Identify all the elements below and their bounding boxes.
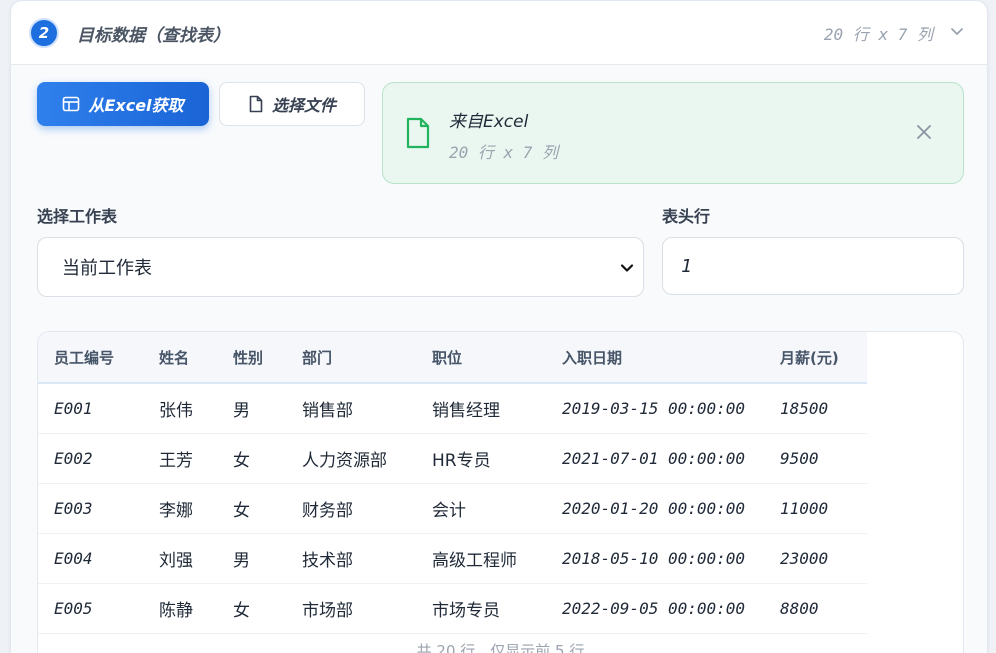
table-cell: 李娜: [159, 500, 193, 521]
table-cell: 销售经理: [432, 400, 500, 421]
table-row: E005 陈静 女 市场部 市场专员 2022-09-05 00:00:00 8…: [38, 583, 867, 633]
table-cell: 11000: [780, 498, 829, 518]
header-row-label: 表头行: [662, 207, 711, 226]
column-header: 月薪(元): [780, 332, 867, 384]
sheet-select-value: 当前工作表: [62, 258, 152, 279]
table-header-row: 员工编号 姓名 性别 部门 职位 入职日期 月薪(元): [38, 332, 867, 384]
table-cell: 市场专员: [432, 600, 500, 621]
table-row: E003 李娜 女 财务部 会计 2020-01-20 00:00:00 110…: [38, 483, 867, 533]
table-cell: HR专员: [432, 450, 491, 471]
table-cell: 陈静: [159, 600, 193, 621]
table-cell: 女: [233, 600, 250, 621]
table-cell: 8800: [780, 598, 819, 618]
table-row: E001 张伟 男 销售部 销售经理 2019-03-15 00:00:00 1…: [38, 383, 867, 433]
table-cell: 女: [233, 450, 250, 471]
table-cell: E001: [54, 398, 93, 418]
table-cell: 市场部: [302, 600, 353, 621]
close-icon[interactable]: [915, 123, 933, 141]
source-dimensions: 20 行 x 7 列: [449, 143, 559, 162]
column-header: 员工编号: [38, 332, 159, 384]
sheet-label: 选择工作表: [37, 207, 118, 226]
table-cell: 2018-05-10 00:00:00: [562, 548, 746, 568]
table-cell: 18500: [780, 398, 829, 418]
table-row: E002 王芳 女 人力资源部 HR专员 2021-07-01 00:00:00…: [38, 433, 867, 483]
table-cell: 2020-01-20 00:00:00: [562, 498, 746, 518]
table-cell: 9500: [780, 448, 819, 468]
data-dimensions: 20 行 x 7 列: [823, 25, 933, 44]
table-cell: 销售部: [302, 400, 353, 421]
table-icon: [63, 96, 80, 112]
table-cell: E002: [54, 448, 93, 468]
table-cell: 技术部: [302, 550, 353, 571]
chevron-down-icon[interactable]: [949, 23, 965, 39]
target-data-card: 2 目标数据（查找表） 20 行 x 7 列 从Excel获取 选择文件 来自E…: [10, 0, 988, 653]
column-header: 性别: [233, 332, 302, 384]
header-row-input[interactable]: 1: [662, 237, 964, 295]
preview-table-container[interactable]: 员工编号 姓名 性别 部门 职位 入职日期 月薪(元) E001 张伟 男 销售…: [37, 331, 964, 653]
table-cell: 2019-03-15 00:00:00: [562, 398, 746, 418]
table-cell: 人力资源部: [302, 450, 387, 471]
table-cell: E005: [54, 598, 93, 618]
table-cell: 刘强: [159, 550, 193, 571]
card-header[interactable]: 2 目标数据（查找表） 20 行 x 7 列: [11, 1, 987, 65]
table-cell: 2022-09-05 00:00:00: [562, 598, 746, 618]
column-header: 入职日期: [562, 332, 780, 384]
table-footer-note: 共 20 行，仅显示前 5 行: [416, 642, 585, 653]
table-cell: 女: [233, 500, 250, 521]
table-cell: 高级工程师: [432, 550, 517, 571]
table-cell: 男: [233, 550, 250, 571]
step-badge: 2: [29, 18, 59, 48]
table-cell: 2021-07-01 00:00:00: [562, 448, 746, 468]
table-cell: E003: [54, 498, 93, 518]
source-name: 来自Excel: [449, 112, 529, 132]
section-title: 目标数据（查找表）: [77, 26, 230, 46]
from-excel-label: 从Excel获取: [88, 96, 184, 115]
table-row: E004 刘强 男 技术部 高级工程师 2018-05-10 00:00:00 …: [38, 533, 867, 583]
table-cell: E004: [54, 548, 93, 568]
sheet-select[interactable]: 当前工作表: [37, 237, 644, 297]
chevron-down-icon: [620, 264, 634, 272]
from-excel-button[interactable]: 从Excel获取: [37, 82, 209, 126]
choose-file-label: 选择文件: [271, 96, 336, 115]
table-cell: 会计: [432, 500, 466, 521]
table-cell: 财务部: [302, 500, 353, 521]
table-cell: 张伟: [159, 400, 193, 421]
column-header: 姓名: [159, 332, 233, 384]
column-header: 部门: [302, 332, 432, 384]
choose-file-button[interactable]: 选择文件: [219, 82, 365, 126]
table-cell: 23000: [780, 548, 829, 568]
preview-table: 员工编号 姓名 性别 部门 职位 入职日期 月薪(元) E001 张伟 男 销售…: [38, 332, 867, 634]
table-cell: 男: [233, 400, 250, 421]
column-header: 职位: [432, 332, 562, 384]
file-icon: [249, 95, 263, 113]
file-icon: [406, 117, 430, 149]
table-cell: 王芳: [159, 450, 193, 471]
loaded-source-panel: 来自Excel 20 行 x 7 列: [382, 82, 964, 184]
